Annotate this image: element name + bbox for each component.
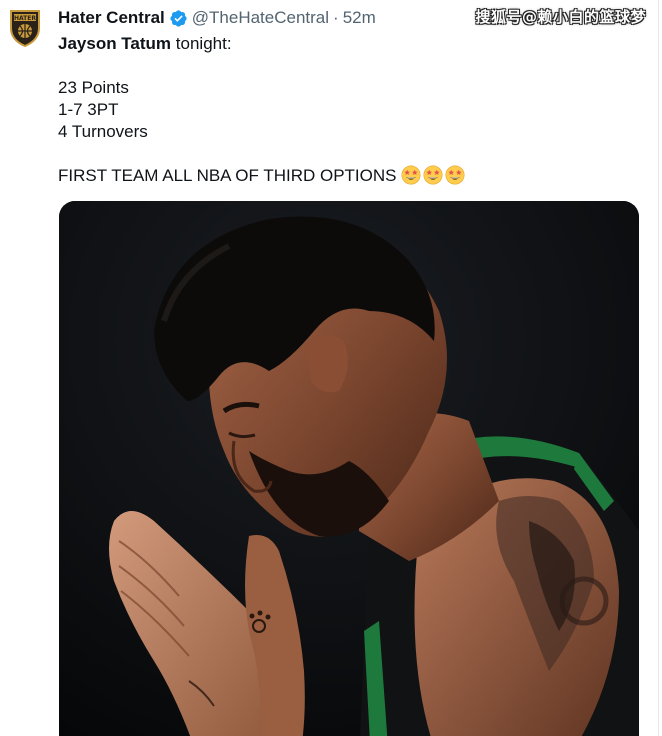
player-name: Jayson Tatum xyxy=(58,34,172,53)
intro-line: Jayson Tatum tonight: xyxy=(58,33,638,55)
closing-line: FIRST TEAM ALL NBA OF THIRD OPTIONS xyxy=(58,165,638,187)
emoji-group xyxy=(401,165,467,185)
stat-line: 23 Points xyxy=(58,78,129,97)
intro-rest: tonight: xyxy=(171,34,232,53)
timestamp[interactable]: 52m xyxy=(343,7,376,29)
tweet-header: Hater Central @TheHateCentral · 52m xyxy=(58,7,376,29)
display-name[interactable]: Hater Central xyxy=(58,7,165,29)
star-struck-emoji-icon xyxy=(401,165,420,185)
tweet-text: Jayson Tatum tonight: 23 Points 1-7 3PT … xyxy=(58,33,638,187)
separator-dot: · xyxy=(333,8,339,27)
verified-badge-icon xyxy=(170,9,187,27)
timeline-divider xyxy=(658,0,659,736)
svg-text:HATER: HATER xyxy=(14,15,36,22)
closing-text: FIRST TEAM ALL NBA OF THIRD OPTIONS xyxy=(58,166,397,185)
star-struck-emoji-icon xyxy=(445,165,464,185)
hater-central-logo-icon: HATER xyxy=(10,10,40,48)
star-struck-emoji-icon xyxy=(423,165,442,185)
player-photo-illustration xyxy=(59,201,639,736)
stat-line: 1-7 3PT xyxy=(58,100,119,119)
user-handle[interactable]: @TheHateCentral xyxy=(192,7,329,29)
watermark-text: 搜狐号@赖小白的篮球梦 xyxy=(475,8,646,26)
stat-line: 4 Turnovers xyxy=(58,122,148,141)
tweet-page: 搜狐号@赖小白的篮球梦 HATER Hater Central @TheHate… xyxy=(0,0,662,736)
tweet-photo[interactable] xyxy=(59,201,639,736)
avatar[interactable]: HATER xyxy=(8,8,42,48)
